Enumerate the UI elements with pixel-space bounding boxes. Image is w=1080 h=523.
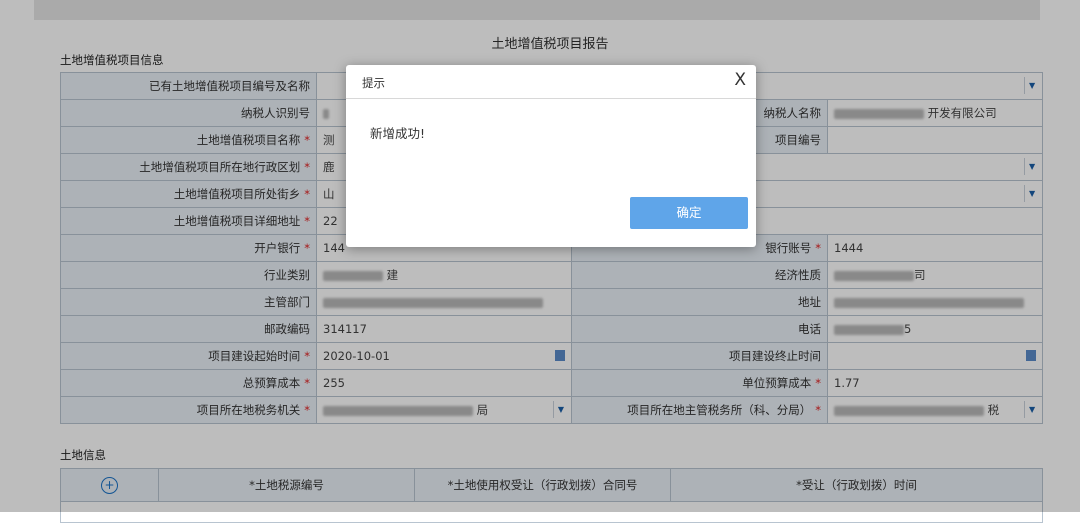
dialog-title: 提示 <box>362 76 385 90</box>
success-dialog: 提示 X 新增成功! 确定 <box>346 65 756 247</box>
confirm-button[interactable]: 确定 <box>630 197 748 229</box>
close-icon[interactable]: X <box>734 70 746 90</box>
dialog-message: 新增成功! <box>370 126 426 141</box>
dialog-header: 提示 X <box>346 65 756 99</box>
